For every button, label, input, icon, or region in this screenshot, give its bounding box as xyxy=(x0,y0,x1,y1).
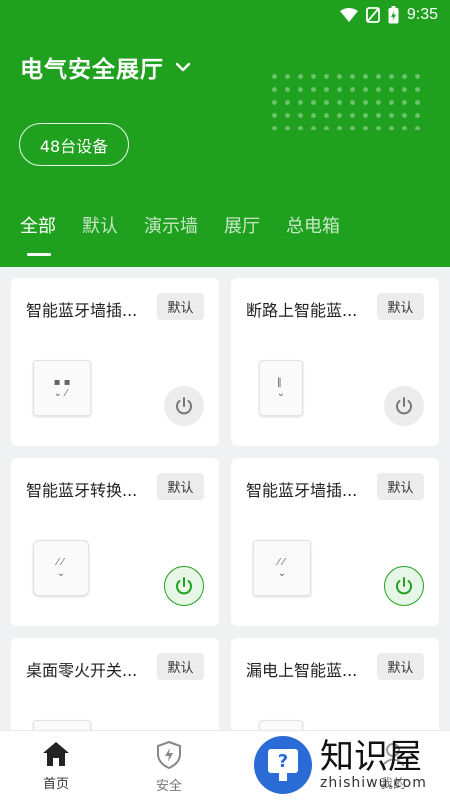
tab-all[interactable]: 全部 xyxy=(20,212,56,256)
hall-selector[interactable]: 电气安全展厅 xyxy=(20,50,192,84)
nav-home[interactable]: 首页 xyxy=(26,741,86,792)
power-icon xyxy=(176,577,192,595)
watermark-subtitle: zhishiwu.com xyxy=(320,775,427,791)
header: 9:35 电气安全展厅 48台设备 全部 默认 演示墙 展厅 总电箱 xyxy=(0,0,450,267)
power-icon xyxy=(176,397,192,415)
group-tabs: 全部 默认 演示墙 展厅 总电箱 xyxy=(0,212,346,256)
device-card[interactable]: 漏电上智能蓝... 默认 xyxy=(231,638,439,730)
device-card[interactable]: 智能蓝牙墙插... 默认 ▪ ▪ ⌄ ⁄ xyxy=(11,278,219,446)
home-icon xyxy=(43,742,69,766)
device-card[interactable]: 桌面零火开关... 默认 xyxy=(11,638,219,730)
device-card[interactable]: 断路上智能蓝... 默认 ‖ ⌄ xyxy=(231,278,439,446)
adapter-socket-icon: ⁄ ⁄ ⌄ xyxy=(33,540,89,596)
status-time: 9:35 xyxy=(406,6,438,23)
power-icon xyxy=(396,577,412,595)
power-button[interactable] xyxy=(164,566,204,606)
device-group-badge: 默认 xyxy=(157,473,204,500)
nav-home-label: 首页 xyxy=(42,777,69,792)
device-group-badge: 默认 xyxy=(377,293,424,320)
tab-default[interactable]: 默认 xyxy=(82,212,118,238)
nav-safety[interactable]: 安全 xyxy=(139,741,199,794)
chevron-down-icon xyxy=(175,62,191,72)
device-card[interactable]: 智能蓝牙墙插... 默认 ⁄ ⁄ ⌄ xyxy=(231,458,439,626)
device-name: 智能蓝牙墙插... xyxy=(246,481,358,500)
device-name: 漏电上智能蓝... xyxy=(246,661,358,680)
device-group-badge: 默认 xyxy=(157,293,204,320)
device-name: 智能蓝牙转换... xyxy=(26,481,138,500)
watermark-logo-icon: ? xyxy=(254,736,312,794)
battery-charging-icon xyxy=(388,6,399,24)
nav-safety-label: 安全 xyxy=(155,779,182,794)
device-count-chip[interactable]: 48台设备 xyxy=(19,123,129,166)
device-card[interactable]: 智能蓝牙转换... 默认 ⁄ ⁄ ⌄ xyxy=(11,458,219,626)
tab-hall[interactable]: 展厅 xyxy=(224,212,260,238)
switch-panel-icon xyxy=(33,720,91,730)
power-button[interactable] xyxy=(164,386,204,426)
device-list: 智能蓝牙墙插... 默认 ▪ ▪ ⌄ ⁄ 断路上智能蓝... 默认 ‖ ⌄ 智能蓝牙… xyxy=(0,267,450,730)
wall-socket-icon: ▪ ▪ ⌄ ⁄ xyxy=(33,360,91,416)
breaker-socket-icon: ‖ ⌄ xyxy=(259,360,303,416)
no-sim-icon xyxy=(365,7,380,23)
power-button[interactable] xyxy=(384,566,424,606)
shield-icon xyxy=(157,741,181,769)
device-group-badge: 默认 xyxy=(377,653,424,680)
device-group-badge: 默认 xyxy=(377,473,424,500)
tab-demo-wall[interactable]: 演示墙 xyxy=(144,212,198,238)
wifi-icon xyxy=(339,8,358,22)
page-title: 电气安全展厅 xyxy=(20,57,164,83)
power-button[interactable] xyxy=(384,386,424,426)
watermark: ? 知识屋 zhishiwu.com xyxy=(252,730,450,800)
device-name: 桌面零火开关... xyxy=(26,661,138,680)
device-name: 智能蓝牙墙插... xyxy=(26,301,138,320)
leakage-socket-icon xyxy=(259,720,303,730)
tab-main-box[interactable]: 总电箱 xyxy=(286,212,340,238)
decorative-dot-pattern xyxy=(268,70,428,130)
power-icon xyxy=(396,397,412,415)
device-name: 断路上智能蓝... xyxy=(246,301,358,320)
status-bar: 9:35 xyxy=(0,0,450,32)
wall-socket-icon: ⁄ ⁄ ⌄ xyxy=(253,540,311,596)
device-group-badge: 默认 xyxy=(157,653,204,680)
watermark-title: 知识屋 xyxy=(320,737,422,777)
